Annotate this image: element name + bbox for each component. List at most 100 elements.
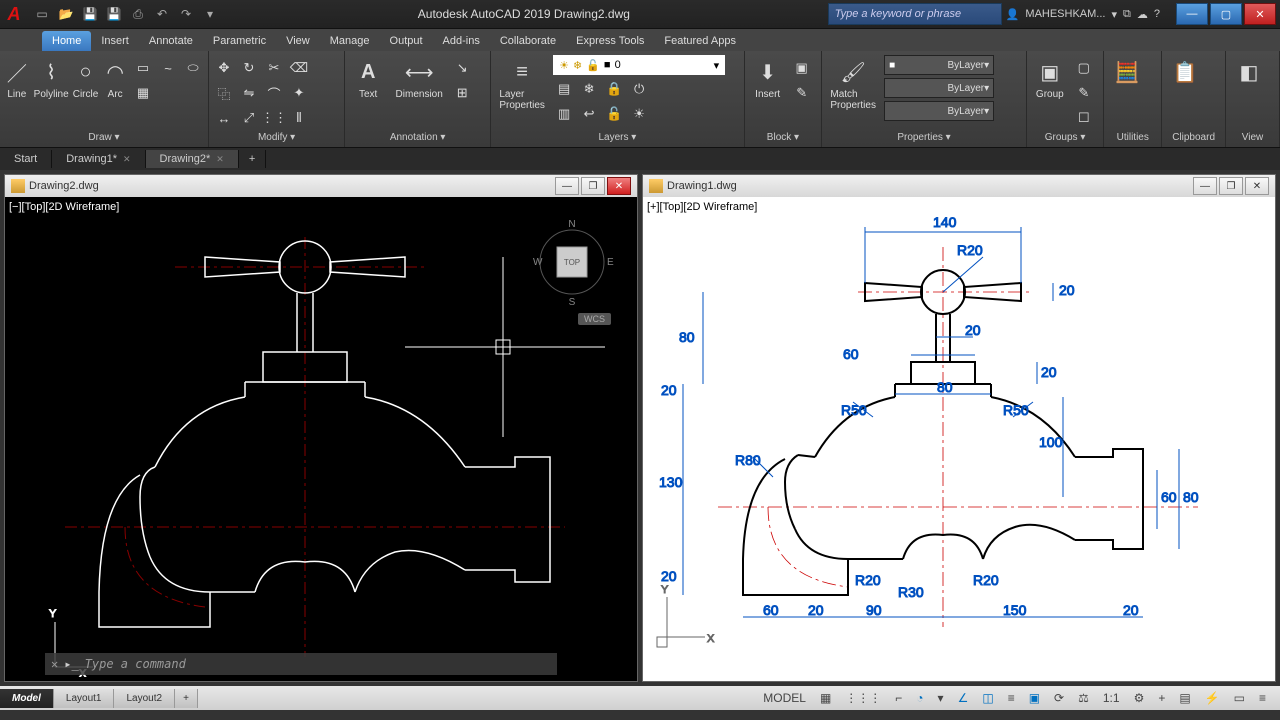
annoscale-icon[interactable]: ⚖ (1072, 689, 1095, 707)
qat-open[interactable]: 📂 (56, 4, 76, 24)
lineweight-dropdown[interactable]: ByLayer ▾ (884, 101, 994, 121)
cleanscreen-icon[interactable]: ▭ (1228, 689, 1251, 707)
color-dropdown[interactable]: ■ByLayer ▾ (884, 55, 994, 75)
tool-explode-icon[interactable]: ✦ (288, 82, 310, 104)
cmd-close-icon[interactable]: ✕ (51, 657, 58, 671)
wcs-label[interactable]: WCS (578, 313, 611, 325)
close-icon[interactable]: ✕ (123, 154, 131, 164)
tool-fillet-icon[interactable]: ⌒ (263, 82, 285, 104)
maximize-button[interactable]: ▢ (1210, 3, 1242, 25)
tab-featuredapps[interactable]: Featured Apps (654, 31, 746, 51)
panel-modify-title[interactable]: Modify ▾ (213, 130, 340, 145)
doc-tab-start[interactable]: Start (0, 150, 52, 168)
tool-erase-icon[interactable]: ⌫ (288, 57, 310, 79)
ortho-icon[interactable]: ⌐ (889, 689, 908, 707)
panel-block-title[interactable]: Block ▾ (749, 130, 817, 145)
search-box[interactable]: Type a keyword or phrase (828, 3, 1002, 25)
qat-print[interactable]: ⎙ (128, 4, 148, 24)
status-model[interactable]: MODEL (757, 689, 812, 707)
right-restore-button[interactable]: ❐ (1219, 177, 1243, 195)
tool-polyline[interactable]: ⌇Polyline (34, 53, 69, 100)
close-button[interactable]: ✕ (1244, 3, 1276, 25)
layer-dropdown[interactable]: ☀❄🔓 ■0 ▾ (553, 55, 725, 75)
panel-properties-title[interactable]: Properties ▾ (826, 130, 1022, 145)
grid-icon[interactable]: ▦ (814, 689, 837, 707)
tool-view[interactable]: ◧ (1230, 53, 1268, 87)
tool-utilities[interactable]: 🧮 (1108, 53, 1146, 87)
tab-view[interactable]: View (276, 31, 320, 51)
tool-trim-icon[interactable]: ✂ (263, 57, 285, 79)
snap-icon[interactable]: ⋮⋮⋮ (839, 689, 887, 707)
isolate-icon[interactable]: ▤ (1173, 689, 1196, 707)
help-icon[interactable]: ? (1154, 8, 1160, 20)
layer-prev-icon[interactable]: ↩ (578, 103, 600, 125)
osnap-icon[interactable]: ∠ (952, 689, 975, 707)
tool-move-icon[interactable]: ✥ (213, 57, 235, 79)
group-select-icon[interactable]: ☐ (1073, 107, 1095, 129)
scale-display[interactable]: 1:1 (1097, 689, 1126, 707)
tool-create-block-icon[interactable]: ▣ (791, 57, 813, 79)
layer-match-icon[interactable]: ▥ (553, 103, 575, 125)
panel-draw-title[interactable]: Draw ▾ (4, 130, 204, 145)
tab-parametric[interactable]: Parametric (203, 31, 276, 51)
viewcube[interactable]: N S W E TOP WCS (527, 217, 617, 307)
tool-edit-block-icon[interactable]: ✎ (791, 82, 813, 104)
tab-addins[interactable]: Add-ins (433, 31, 490, 51)
hardware-icon[interactable]: ⚡ (1199, 689, 1226, 707)
right-close-button[interactable]: ✕ (1245, 177, 1269, 195)
tool-mirror-icon[interactable]: ⇋ (238, 82, 260, 104)
add-layout-button[interactable]: + (175, 689, 198, 708)
left-restore-button[interactable]: ❐ (581, 177, 605, 195)
tool-group[interactable]: ▣Group (1031, 53, 1069, 100)
tool-ellipse-icon[interactable]: ⬭ (182, 57, 204, 79)
user-dropdown-icon[interactable]: ▾ (1111, 8, 1117, 21)
right-minimize-button[interactable]: — (1193, 177, 1217, 195)
layer-iso-icon[interactable]: ▤ (553, 78, 575, 100)
close-icon[interactable]: ✕ (216, 154, 224, 164)
tab-expresstools[interactable]: Express Tools (566, 31, 654, 51)
layout-tab-layout1[interactable]: Layout1 (54, 689, 115, 708)
tool-table-icon[interactable]: ⊞ (451, 82, 473, 104)
qat-saveas[interactable]: 💾 (104, 4, 124, 24)
panel-groups-title[interactable]: Groups ▾ (1031, 130, 1099, 145)
layer-off-icon[interactable]: ⏻ (628, 78, 650, 100)
right-canvas[interactable]: [+][Top][2D Wireframe] (643, 197, 1275, 681)
layer-lock-icon[interactable]: 🔒 (603, 78, 625, 100)
tool-hatch-icon[interactable]: ▦ (132, 82, 154, 104)
qat-undo[interactable]: ↶ (152, 4, 172, 24)
infocenter-icon[interactable]: ⧉ (1123, 8, 1131, 21)
tool-insert-block[interactable]: ⬇Insert (749, 53, 787, 100)
tab-manage[interactable]: Manage (320, 31, 380, 51)
tool-rectangle-icon[interactable]: ▭ (132, 57, 154, 79)
layer-unlock-icon[interactable]: 🔓 (603, 103, 625, 125)
panel-utilities-title[interactable]: Utilities (1108, 130, 1157, 145)
qat-redo[interactable]: ↷ (176, 4, 196, 24)
tool-line[interactable]: ／Line (4, 53, 30, 100)
tool-leader-icon[interactable]: ↘ (451, 57, 473, 79)
cycling-icon[interactable]: ⟳ (1048, 689, 1070, 707)
panel-view-title[interactable]: View (1230, 130, 1275, 145)
left-canvas[interactable]: [−][Top][2D Wireframe] (5, 197, 637, 681)
layout-tab-model[interactable]: Model (0, 689, 54, 708)
left-minimize-button[interactable]: — (555, 177, 579, 195)
tool-layerprops[interactable]: ≡Layer Properties (495, 53, 549, 111)
left-close-button[interactable]: ✕ (607, 177, 631, 195)
linetype-dropdown[interactable]: ByLayer ▾ (884, 78, 994, 98)
new-doc-tab[interactable]: + (239, 150, 266, 168)
tool-offset-icon[interactable]: ⫴ (288, 107, 310, 129)
otrack-icon[interactable]: ◫ (976, 689, 999, 707)
panel-layers-title[interactable]: Layers ▾ (495, 130, 740, 145)
qat-more[interactable]: ▾ (200, 4, 220, 24)
tool-rotate-icon[interactable]: ↻ (238, 57, 260, 79)
isodraft-icon[interactable]: ▾ (932, 689, 950, 707)
qat-new[interactable]: ▭ (32, 4, 52, 24)
tab-insert[interactable]: Insert (91, 31, 139, 51)
layout-tab-layout2[interactable]: Layout2 (114, 689, 175, 708)
command-line[interactable]: ✕ ▸_ Type a command (45, 653, 557, 675)
tab-home[interactable]: Home (42, 31, 91, 51)
user-name[interactable]: MAHESHKAM... (1025, 8, 1105, 20)
tool-scale-icon[interactable]: ⤢ (238, 107, 260, 129)
tab-annotate[interactable]: Annotate (139, 31, 203, 51)
customize-icon[interactable]: ≡ (1253, 689, 1272, 707)
group-edit-icon[interactable]: ✎ (1073, 82, 1095, 104)
